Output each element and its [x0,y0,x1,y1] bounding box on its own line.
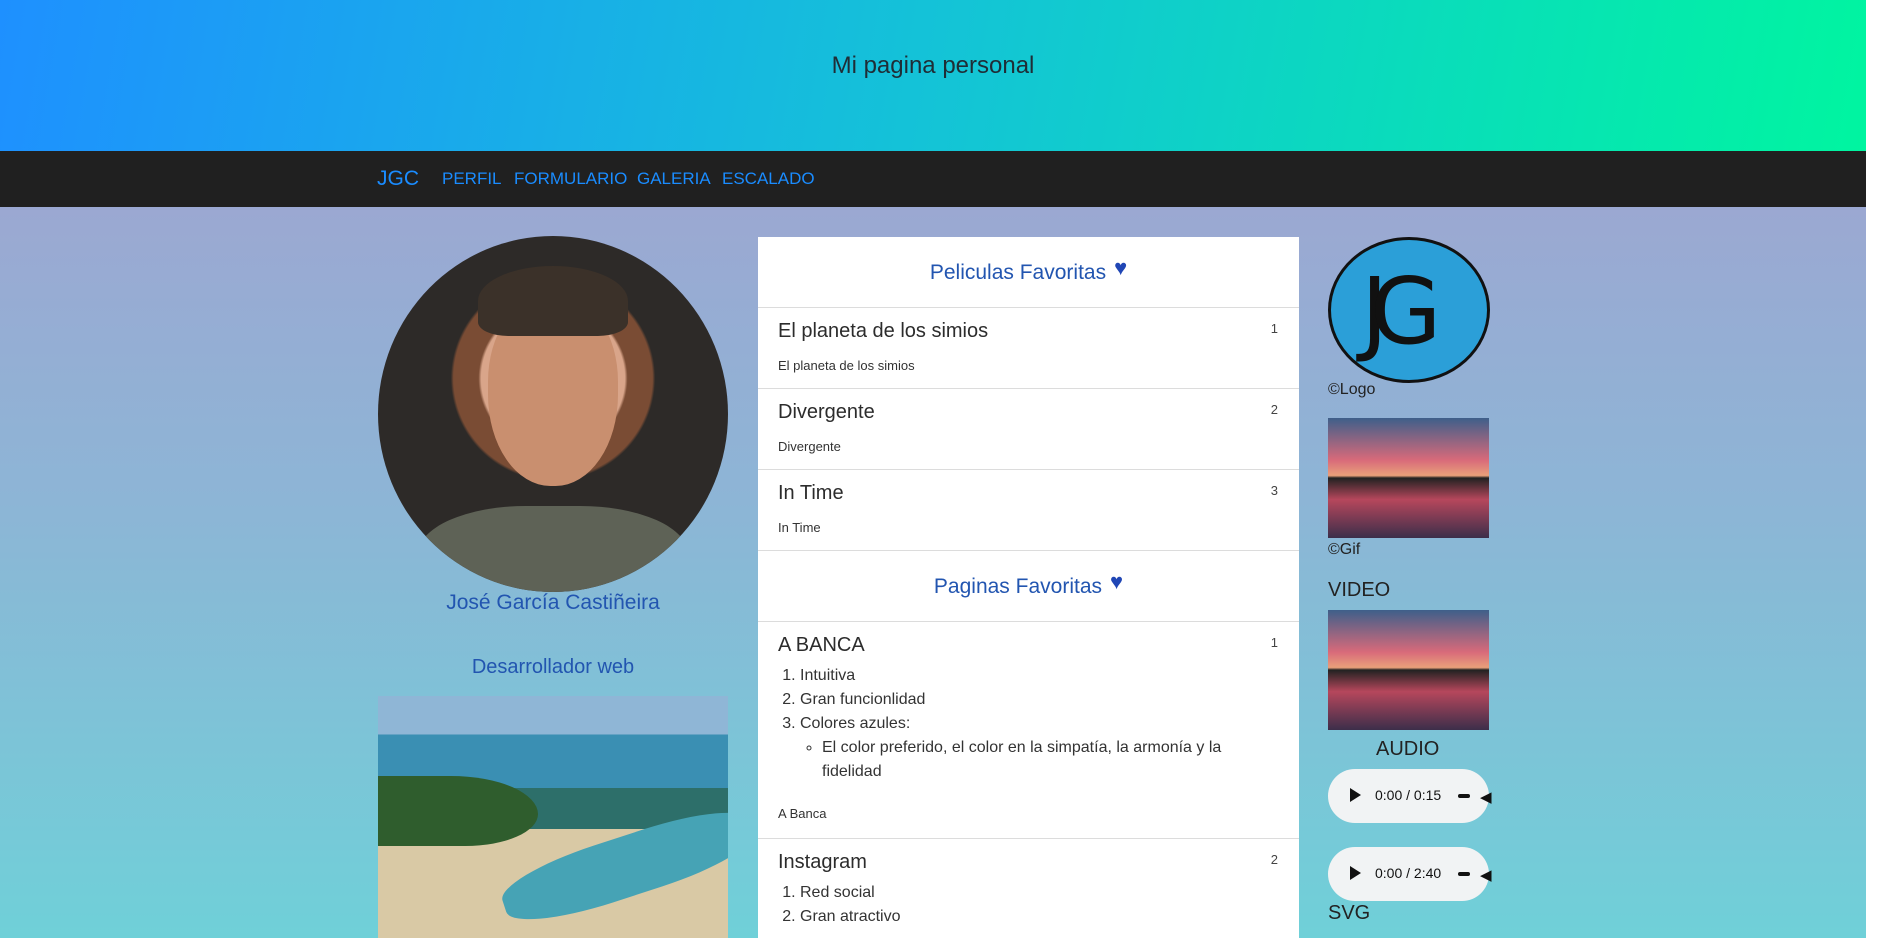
nav-link-escalado[interactable]: ESCALADO [722,169,815,189]
nav-link-formulario[interactable]: FORMULARIO [514,169,627,189]
movie-title: El planeta de los simios [778,320,989,342]
list-item[interactable]: In Time 3 In Time [758,470,1299,551]
video-label: VIDEO [1328,579,1391,601]
audio-player[interactable]: 0:00 / 2:40 ◀ [1328,847,1492,901]
profile-role: Desarrollador web [471,656,635,678]
page-header: Mi pagina personal [0,0,1866,151]
feature-item: Gran funcionlidad [800,688,1280,712]
logo-image: JG [1328,237,1490,383]
sub-feature-item: El color preferido, el color en la simpa… [822,736,1280,784]
nav-brand[interactable]: JGC [377,167,419,191]
photo-hair [478,266,628,336]
movie-number: 1 [1270,321,1278,336]
video-player[interactable] [1328,610,1489,730]
feature-item: Red social [800,881,1280,905]
feature-item: Gran atractivo [800,905,1280,929]
pages-title: Paginas Favoritas [933,575,1103,598]
movie-subtitle: El planeta de los simios [778,358,915,373]
heart-icon: ♥ [1110,569,1124,594]
gif-caption: ©Gif [1328,541,1361,558]
pages-header: Paginas Favoritas ♥ [758,551,1299,622]
profile-name: José García Castiñeira [446,591,660,614]
progress-slider[interactable] [1458,872,1470,876]
nav-link-galeria[interactable]: GALERIA [637,169,711,189]
feature-item: Colores azules: El color preferido, el c… [800,712,1280,784]
beach-land [378,776,538,846]
audio-time: 0:00 / 2:40 [1375,865,1442,881]
gif-image [1328,418,1489,538]
navbar: JGC PERFIL FORMULARIO GALERIA ESCALADO [0,151,1866,207]
list-item[interactable]: Divergente 2 Divergente [758,389,1299,470]
movie-title: In Time [778,482,844,504]
volume-icon[interactable]: ◀ [1480,866,1492,884]
movie-number: 3 [1270,483,1278,498]
play-icon[interactable] [1350,866,1361,880]
list-item[interactable]: A BANCA 1 Intuitiva Gran funcionlidad Co… [758,622,1299,839]
nav-link-perfil[interactable]: PERFIL [442,169,502,189]
audio-player[interactable]: 0:00 / 0:15 ◀ [1328,769,1492,823]
list-item[interactable]: Instagram 2 Red social Gran atractivo [758,839,1299,938]
feature-list: Red social Gran atractivo [778,881,1280,929]
favorites-card: Peliculas Favoritas ♥ El planeta de los s… [758,237,1299,938]
movie-number: 2 [1270,402,1278,417]
progress-slider[interactable] [1458,794,1470,798]
movie-subtitle: Divergente [778,439,841,454]
profile-photo [378,236,728,592]
page-title: Mi pagina personal [831,52,1035,79]
beach-photo [378,696,728,938]
heart-icon: ♥ [1114,255,1128,280]
page-item-title: A BANCA [778,634,865,656]
play-icon[interactable] [1350,788,1361,802]
svg-label: SVG [1328,902,1371,924]
feature-text: Colores azules: [800,715,911,732]
page-item-subtitle: A Banca [778,806,827,821]
volume-icon[interactable]: ◀ [1480,788,1492,806]
photo-shirt [418,506,688,592]
movie-subtitle: In Time [778,520,821,535]
movie-title: Divergente [778,401,875,423]
audio-time: 0:00 / 0:15 [1375,787,1442,803]
logo-caption: ©Logo [1328,381,1376,398]
movies-header: Peliculas Favoritas ♥ [758,237,1299,308]
list-item[interactable]: El planeta de los simios 1 El planeta de… [758,308,1299,389]
movies-title: Peliculas Favoritas [929,261,1107,284]
page-item-number: 1 [1270,635,1278,650]
page-item-number: 2 [1270,852,1278,867]
page-edge [1866,0,1880,938]
page-item-title: Instagram [778,851,867,873]
sub-feature-list: El color preferido, el color en la simpa… [800,736,1280,784]
feature-item: Intuitiva [800,664,1280,688]
feature-list: Intuitiva Gran funcionlidad Colores azul… [778,664,1280,784]
audio-label: AUDIO [1376,738,1440,760]
